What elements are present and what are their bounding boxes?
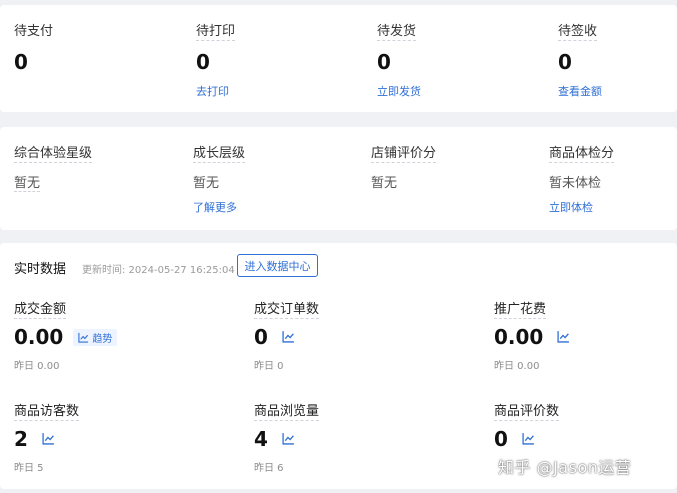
metric-yesterday: 昨日 5 <box>14 463 44 474</box>
metric-label: 推广花费 <box>494 298 547 319</box>
realtime-title: 实时数据 <box>14 262 67 277</box>
updated-time: 更新时间: 2024-05-27 16:25:04 <box>82 265 235 276</box>
metric-yesterday: 昨日 6 <box>254 463 284 474</box>
score-label-growth-level: 成长层级 <box>193 142 246 163</box>
metric-product-reviews: 商品评价数 0 <box>494 400 560 459</box>
order-count-pending-receipt[interactable]: 0 <box>558 50 572 74</box>
metric-value: 0 <box>494 427 508 451</box>
metric-yesterday: 昨日 0.00 <box>494 361 540 372</box>
learn-more-link[interactable]: 了解更多 <box>193 199 237 215</box>
score-value-growth-level: 暂无 <box>193 176 220 191</box>
ship-now-link[interactable]: 立即发货 <box>377 83 421 99</box>
trend-chart-icon[interactable] <box>282 330 296 344</box>
go-print-link[interactable]: 去打印 <box>196 83 229 99</box>
order-label-pending-receipt: 待签收 <box>558 20 598 41</box>
score-label-product-check: 商品体检分 <box>549 142 615 163</box>
trend-chart-icon[interactable] <box>522 432 536 446</box>
order-status-card: 待支付 0 待打印 0 去打印 待发货 0 立即发货 待签收 0 查看金额 <box>0 5 677 112</box>
metric-product-views: 商品浏览量 4 昨日 6 <box>254 400 320 474</box>
trend-chart-icon[interactable] <box>42 432 56 446</box>
metric-order-count: 成交订单数 0 昨日 0 <box>254 298 320 372</box>
score-value-product-check: 暂未体检 <box>549 176 602 191</box>
check-now-link[interactable]: 立即体检 <box>549 199 593 215</box>
realtime-data-card: 实时数据 更新时间: 2024-05-27 16:25:04 进入数据中心 成交… <box>0 243 677 489</box>
view-amount-link[interactable]: 查看金额 <box>558 83 602 99</box>
trend-label: 趋势 <box>92 333 113 345</box>
order-label-pending-print: 待打印 <box>196 20 236 41</box>
metric-value: 4 <box>254 427 268 451</box>
shop-scores-card: 综合体验星级 暂无 成长层级 暂无 了解更多 店铺评价分 暂无 商品体检分 暂未… <box>0 127 677 230</box>
metric-product-visitors: 商品访客数 2 昨日 5 <box>14 400 80 474</box>
order-count-pending-shipment[interactable]: 0 <box>377 50 391 74</box>
metric-yesterday: 昨日 0.00 <box>14 361 60 372</box>
order-label-pending-shipment: 待发货 <box>377 20 417 41</box>
metric-value: 0.00 <box>494 325 544 349</box>
metric-value: 2 <box>14 427 28 451</box>
metric-label: 商品访客数 <box>14 400 80 421</box>
trend-chart-icon[interactable] <box>282 432 296 446</box>
order-count-pending-payment[interactable]: 0 <box>14 50 28 74</box>
score-label-experience: 综合体验星级 <box>14 142 93 163</box>
zhihu-watermark: 知乎 @Jason运营 <box>498 458 632 477</box>
metric-label: 成交金额 <box>14 298 67 319</box>
metric-yesterday: 昨日 0 <box>254 361 284 372</box>
order-label-pending-payment: 待支付 <box>14 24 54 39</box>
order-count-pending-print[interactable]: 0 <box>196 50 210 74</box>
trend-chart-icon <box>78 332 89 343</box>
score-value-shop-rating: 暂无 <box>371 176 398 191</box>
metric-label: 商品浏览量 <box>254 400 320 421</box>
enter-data-center-button[interactable]: 进入数据中心 <box>237 254 318 277</box>
metric-value: 0 <box>254 325 268 349</box>
metric-value: 0.00 <box>14 325 64 349</box>
metric-label: 成交订单数 <box>254 298 320 319</box>
metric-gmv: 成交金额 0.00 趋势 昨日 0.00 <box>14 298 118 372</box>
trend-chart-icon[interactable] <box>557 330 571 344</box>
metric-label: 商品评价数 <box>494 400 560 421</box>
trend-button[interactable]: 趋势 <box>73 328 118 346</box>
metric-promotion-spend: 推广花费 0.00 昨日 0.00 <box>494 298 571 372</box>
score-value-experience: 暂无 <box>14 172 41 192</box>
score-label-shop-rating: 店铺评价分 <box>371 142 437 163</box>
